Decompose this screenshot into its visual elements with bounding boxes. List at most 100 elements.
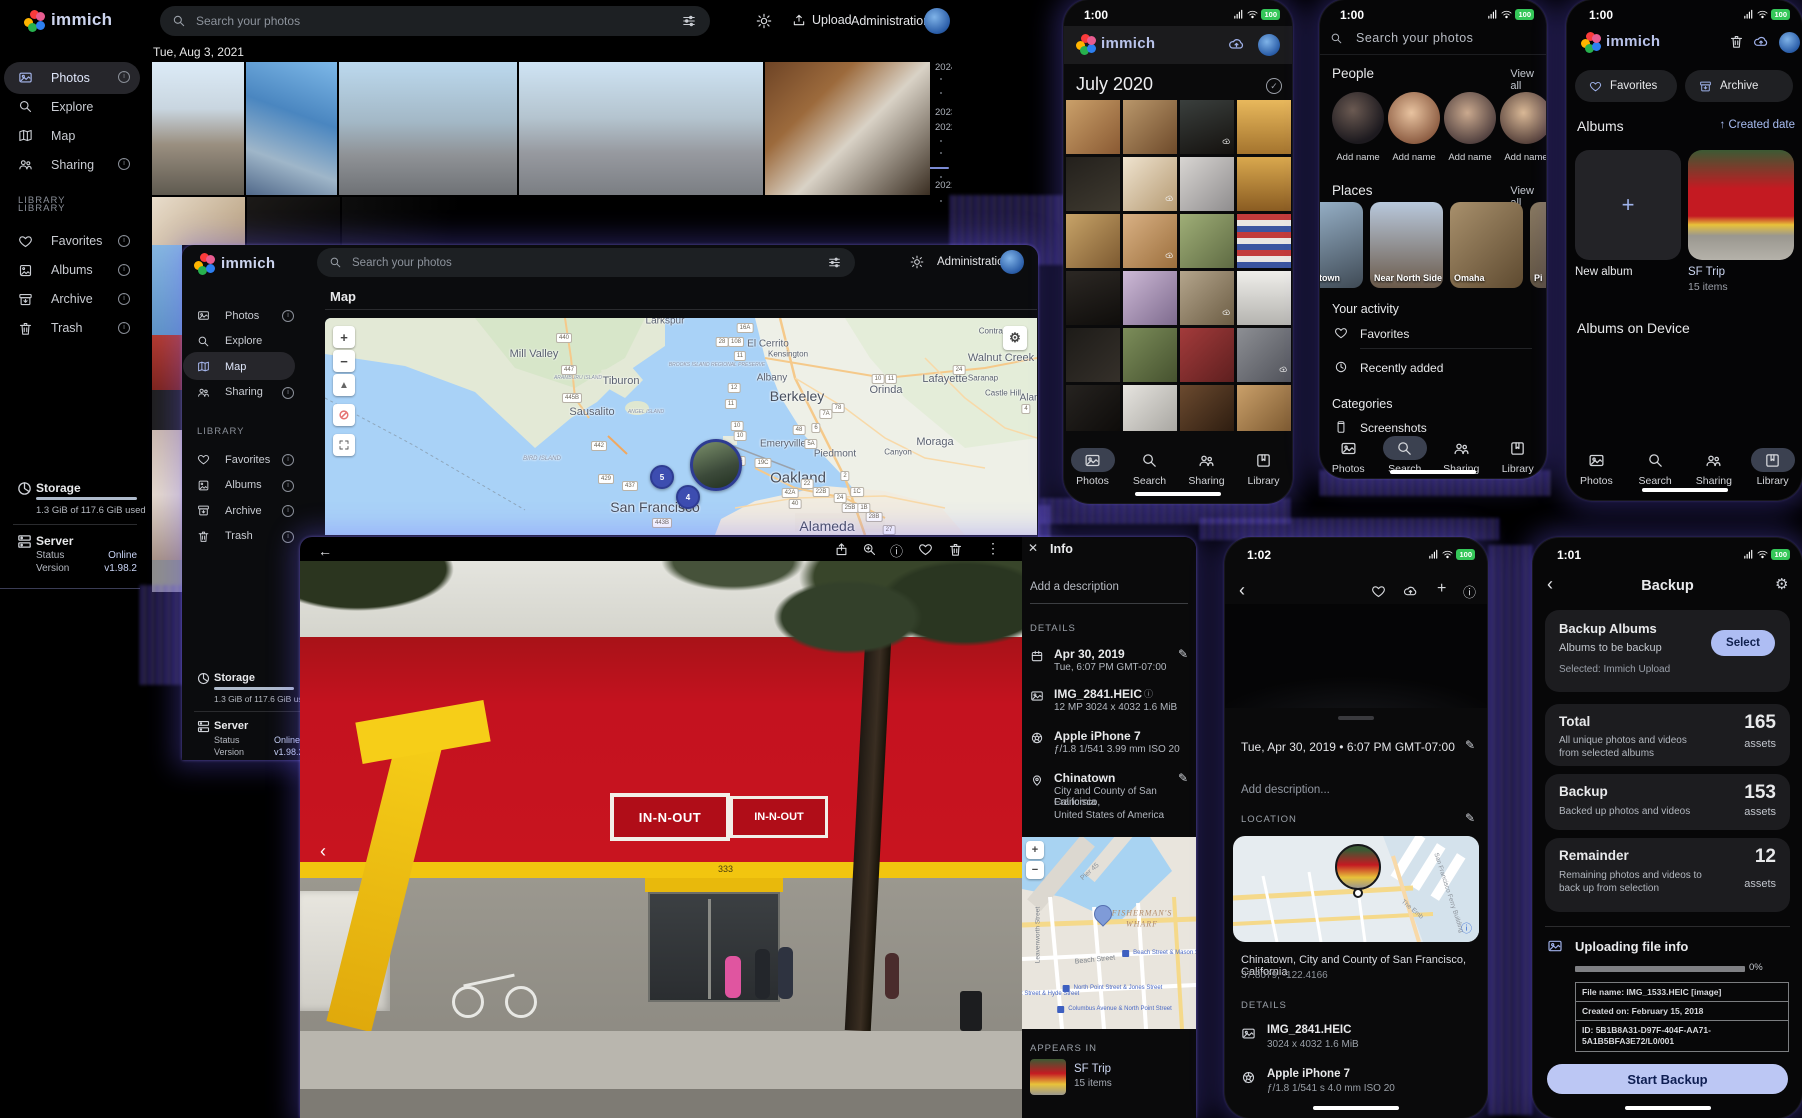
photo-preview[interactable] — [1225, 604, 1487, 708]
timeline-photo[interactable] — [765, 62, 930, 195]
map-cluster-marker[interactable]: 5 — [650, 465, 674, 489]
zoom-icon[interactable] — [862, 542, 877, 557]
edit-date-icon[interactable]: ✎ — [1178, 647, 1188, 661]
cloud-upload-icon[interactable] — [1753, 34, 1769, 50]
filter-icon[interactable] — [682, 14, 696, 28]
grid-photo[interactable] — [1180, 157, 1234, 211]
favorite-heart-icon[interactable] — [1371, 584, 1386, 599]
favorite-heart-icon[interactable] — [918, 542, 933, 557]
avatar[interactable] — [924, 8, 950, 34]
administration-link[interactable]: Administration — [851, 14, 930, 28]
people-view-all-link[interactable]: View all — [1510, 68, 1534, 92]
delete-trash-icon[interactable] — [948, 542, 963, 557]
immich-logo[interactable]: immich — [194, 253, 275, 273]
sidebar-item-favorites[interactable]: Favorites — [18, 234, 102, 249]
album-thumbnail[interactable] — [1030, 1059, 1066, 1095]
person-face[interactable] — [1444, 92, 1496, 144]
grid-photo[interactable] — [1066, 157, 1120, 211]
screenshots-item[interactable]: Screenshots — [1360, 421, 1427, 435]
favorites-item[interactable]: Favorites — [1360, 327, 1409, 341]
tab-search[interactable]: Search — [1626, 448, 1685, 487]
sidebar-item-favorites[interactable]: Favorites — [197, 453, 270, 466]
upload-button[interactable]: Upload — [792, 13, 852, 27]
grid-photo[interactable] — [1237, 214, 1291, 268]
sidebar-item-sharing[interactable]: Sharing — [197, 386, 263, 399]
grid-photo[interactable] — [1066, 271, 1120, 325]
search-input[interactable]: Search your photos — [317, 248, 855, 277]
album-name[interactable]: SF Trip — [1074, 1063, 1111, 1075]
add-name-link[interactable]: Add name — [1388, 152, 1440, 163]
place-card[interactable]: Omaha — [1450, 202, 1523, 288]
start-backup-button[interactable]: Start Backup — [1547, 1064, 1788, 1094]
info-circle-icon[interactable]: i — [282, 480, 294, 492]
info-circle-icon[interactable]: i — [282, 505, 294, 517]
grid-photo[interactable] — [1237, 271, 1291, 325]
timeline-photo[interactable] — [339, 62, 517, 195]
timeline-photo[interactable] — [342, 197, 462, 245]
grid-photo[interactable] — [1180, 100, 1234, 154]
grid-photo[interactable] — [1237, 328, 1291, 382]
close-icon[interactable]: ✕ — [1028, 541, 1038, 555]
add-plus-icon[interactable]: + — [1437, 580, 1446, 598]
grid-photo[interactable] — [1123, 157, 1177, 211]
album-tile-sf-trip[interactable] — [1688, 150, 1794, 260]
tab-photos[interactable]: Photos — [1567, 448, 1626, 487]
grid-photo[interactable] — [1180, 214, 1234, 268]
tab-photos[interactable]: Photos — [1320, 436, 1377, 475]
add-name-link[interactable]: Add name — [1500, 152, 1546, 163]
info-circle-icon[interactable]: i — [118, 264, 130, 276]
favorites-button[interactable]: Favorites — [1575, 70, 1677, 102]
description-input[interactable]: Add a description — [1030, 581, 1119, 593]
place-card[interactable]: Pi — [1530, 202, 1546, 288]
settings-gear-icon[interactable]: ⚙ — [1775, 575, 1788, 593]
description-input[interactable]: Add description... — [1241, 784, 1330, 796]
grid-photo[interactable] — [1180, 385, 1234, 431]
edit-location-icon[interactable]: ✎ — [1465, 811, 1475, 825]
place-card[interactable]: Near North Side — [1370, 202, 1443, 288]
timeline-photo[interactable] — [519, 62, 763, 195]
info-circle-icon[interactable]: i — [118, 293, 130, 305]
select-all-check-icon[interactable]: ✓ — [1266, 78, 1282, 94]
grid-photo[interactable] — [1123, 271, 1177, 325]
sheet-handle[interactable] — [1338, 716, 1374, 720]
back-icon[interactable]: ← — [318, 543, 332, 559]
info-circle-icon[interactable]: i — [118, 158, 130, 170]
grid-photo[interactable] — [1066, 385, 1120, 431]
timeline-photo[interactable] — [152, 335, 182, 390]
sidebar-item-photos[interactable]: Photos — [18, 70, 90, 85]
info-circle-icon[interactable]: i — [118, 322, 130, 334]
edit-location-icon[interactable]: ✎ — [1178, 771, 1188, 785]
search-input[interactable]: Search your photos — [1356, 31, 1473, 45]
file-info-icon[interactable]: ⓘ — [1144, 687, 1153, 700]
info-circle-icon[interactable]: i — [118, 235, 130, 247]
map-settings-gear-icon[interactable]: ⚙ — [1003, 326, 1027, 350]
immich-logo[interactable]: immich — [24, 10, 112, 30]
timeline-photo[interactable] — [152, 430, 182, 560]
sidebar-item-albums[interactable]: Albums — [197, 479, 262, 492]
grid-photo[interactable] — [1237, 157, 1291, 211]
sidebar-item-photos[interactable]: Photos — [197, 309, 259, 322]
search-input[interactable]: Search your photos — [160, 6, 710, 36]
back-chevron-icon[interactable]: ‹ — [1239, 580, 1245, 601]
theme-toggle-icon[interactable] — [910, 255, 924, 269]
info-circle-icon[interactable]: i — [282, 454, 294, 466]
grid-photo[interactable] — [1123, 328, 1177, 382]
avatar[interactable] — [1258, 34, 1280, 56]
map-zoom-in-button[interactable]: + — [333, 326, 355, 348]
info-icon[interactable]: ⓘ — [1463, 582, 1476, 601]
sidebar-item-archive[interactable]: Archive — [197, 504, 262, 517]
place-card[interactable]: Chinatown — [1320, 202, 1363, 288]
world-map[interactable]: LarkspurMill ValleyTiburonARAMBURU ISLAN… — [325, 318, 1037, 535]
info-icon[interactable]: ⓘ — [890, 541, 903, 560]
timeline-photo[interactable] — [152, 197, 245, 245]
sidebar-item-explore[interactable]: Explore — [18, 99, 93, 114]
person-face[interactable] — [1388, 92, 1440, 144]
photo-in-n-out[interactable]: IN-N-OUT IN-N-OUT 333 — [300, 561, 1022, 1118]
cloud-synced-icon[interactable] — [1403, 584, 1418, 599]
grid-photo[interactable] — [1237, 100, 1291, 154]
map-info-icon[interactable]: ⓘ — [1461, 920, 1472, 936]
avatar[interactable] — [1000, 250, 1024, 274]
tab-search[interactable]: Search — [1121, 448, 1178, 487]
grid-photo[interactable] — [1123, 214, 1177, 268]
sidebar-item-sharing[interactable]: Sharing — [18, 157, 94, 172]
